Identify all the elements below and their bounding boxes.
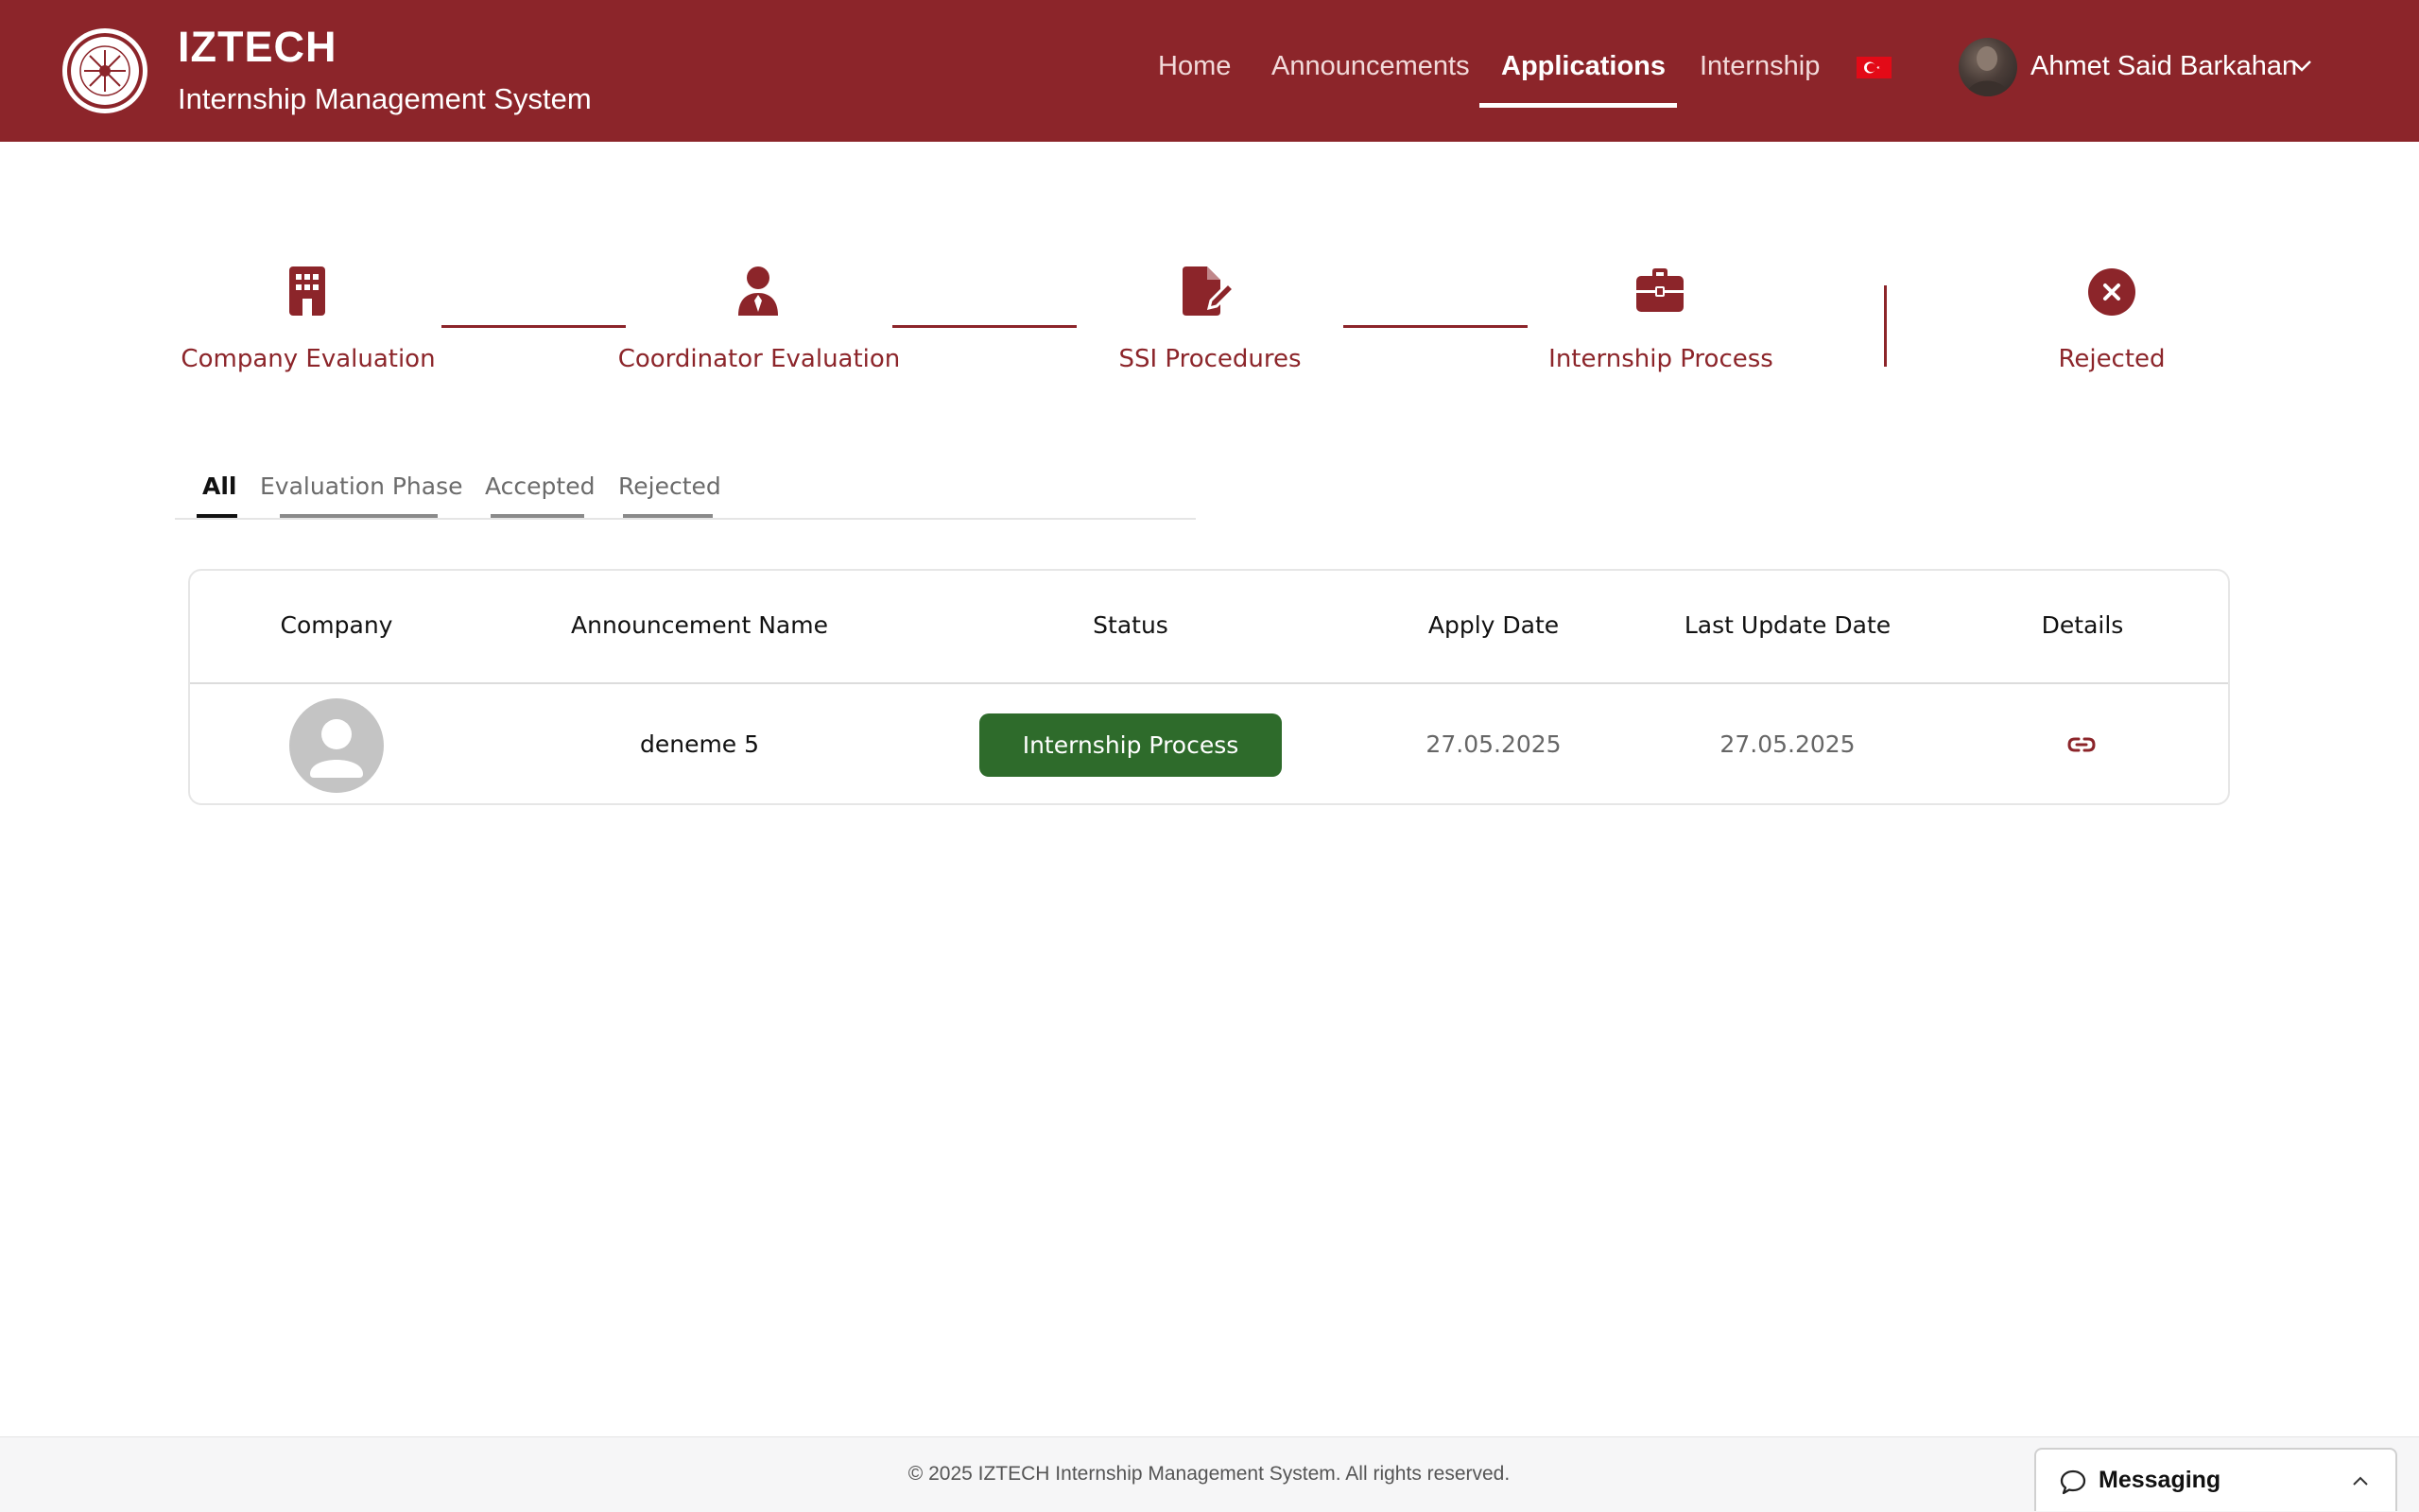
step-connector xyxy=(892,325,1077,328)
announcement-name-cell: deneme 5 xyxy=(639,730,760,758)
column-header-details: Details xyxy=(2041,611,2124,639)
header-divider xyxy=(190,682,2228,684)
tab-all-underline xyxy=(197,514,237,518)
tabs-divider xyxy=(175,518,1196,520)
column-header-status: Status xyxy=(1093,611,1168,639)
apply-date-cell: 27.05.2025 xyxy=(1425,730,1562,758)
tab-accepted-underline xyxy=(491,514,584,518)
tab-rejected[interactable]: Rejected xyxy=(618,472,721,500)
nav-applications[interactable]: Applications xyxy=(1501,51,1666,82)
last-update-date-cell: 27.05.2025 xyxy=(1719,730,1856,758)
step-label-company-evaluation: Company Evaluation xyxy=(181,345,436,373)
nav-internship[interactable]: Internship xyxy=(1700,51,1820,82)
messaging-label: Messaging xyxy=(2099,1467,2221,1493)
user-avatar[interactable] xyxy=(1959,38,2017,96)
step-label-rejected: Rejected xyxy=(2058,345,2166,373)
column-header-announcement-name: Announcement Name xyxy=(571,611,828,639)
nav-announcements[interactable]: Announcements xyxy=(1271,51,1470,82)
file-edit-icon xyxy=(1183,266,1236,316)
chevron-up-icon[interactable] xyxy=(2352,1475,2369,1486)
brand-title: IZTECH xyxy=(178,23,337,71)
close-circle-icon xyxy=(2088,268,2135,316)
step-connector xyxy=(1343,325,1528,328)
nav-active-indicator xyxy=(1479,103,1677,108)
tab-accepted[interactable]: Accepted xyxy=(485,472,595,500)
user-name[interactable]: Ahmet Said Barkahan xyxy=(2030,51,2297,82)
briefcase-icon xyxy=(1636,268,1684,312)
tab-evaluation-phase[interactable]: Evaluation Phase xyxy=(260,472,463,500)
top-navbar: IZTECH Internship Management System Home… xyxy=(0,0,2419,142)
chat-bubble-icon xyxy=(2060,1469,2086,1495)
column-header-company: Company xyxy=(280,611,393,639)
brand-subtitle: Internship Management System xyxy=(178,82,592,115)
step-connector xyxy=(441,325,626,328)
default-avatar-icon xyxy=(289,698,384,793)
person-tie-icon xyxy=(738,266,778,316)
footer-copyright: © 2025 IZTECH Internship Management Syst… xyxy=(907,1463,1511,1485)
column-header-last-update-date: Last Update Date xyxy=(1684,611,1892,639)
building-icon xyxy=(289,266,325,316)
step-separator xyxy=(1884,285,1887,367)
iztech-logo[interactable] xyxy=(60,26,149,115)
messaging-panel-toggle[interactable]: Messaging xyxy=(2034,1448,2397,1511)
turkey-flag-icon[interactable] xyxy=(1857,57,1892,78)
tab-evaluation-phase-underline xyxy=(280,514,438,518)
tab-all[interactable]: All xyxy=(202,472,237,500)
user-photo-icon xyxy=(1966,46,2010,96)
tab-rejected-underline xyxy=(623,514,713,518)
status-badge: Internship Process xyxy=(979,713,1282,777)
chevron-down-icon[interactable] xyxy=(2291,59,2312,74)
nav-home[interactable]: Home xyxy=(1158,51,1231,82)
step-label-internship-process: Internship Process xyxy=(1548,345,1773,373)
column-header-apply-date: Apply Date xyxy=(1427,611,1560,639)
link-icon[interactable] xyxy=(2066,732,2097,757)
step-label-coordinator-evaluation: Coordinator Evaluation xyxy=(617,345,901,373)
step-label-ssi-procedures: SSI Procedures xyxy=(1118,345,1302,373)
